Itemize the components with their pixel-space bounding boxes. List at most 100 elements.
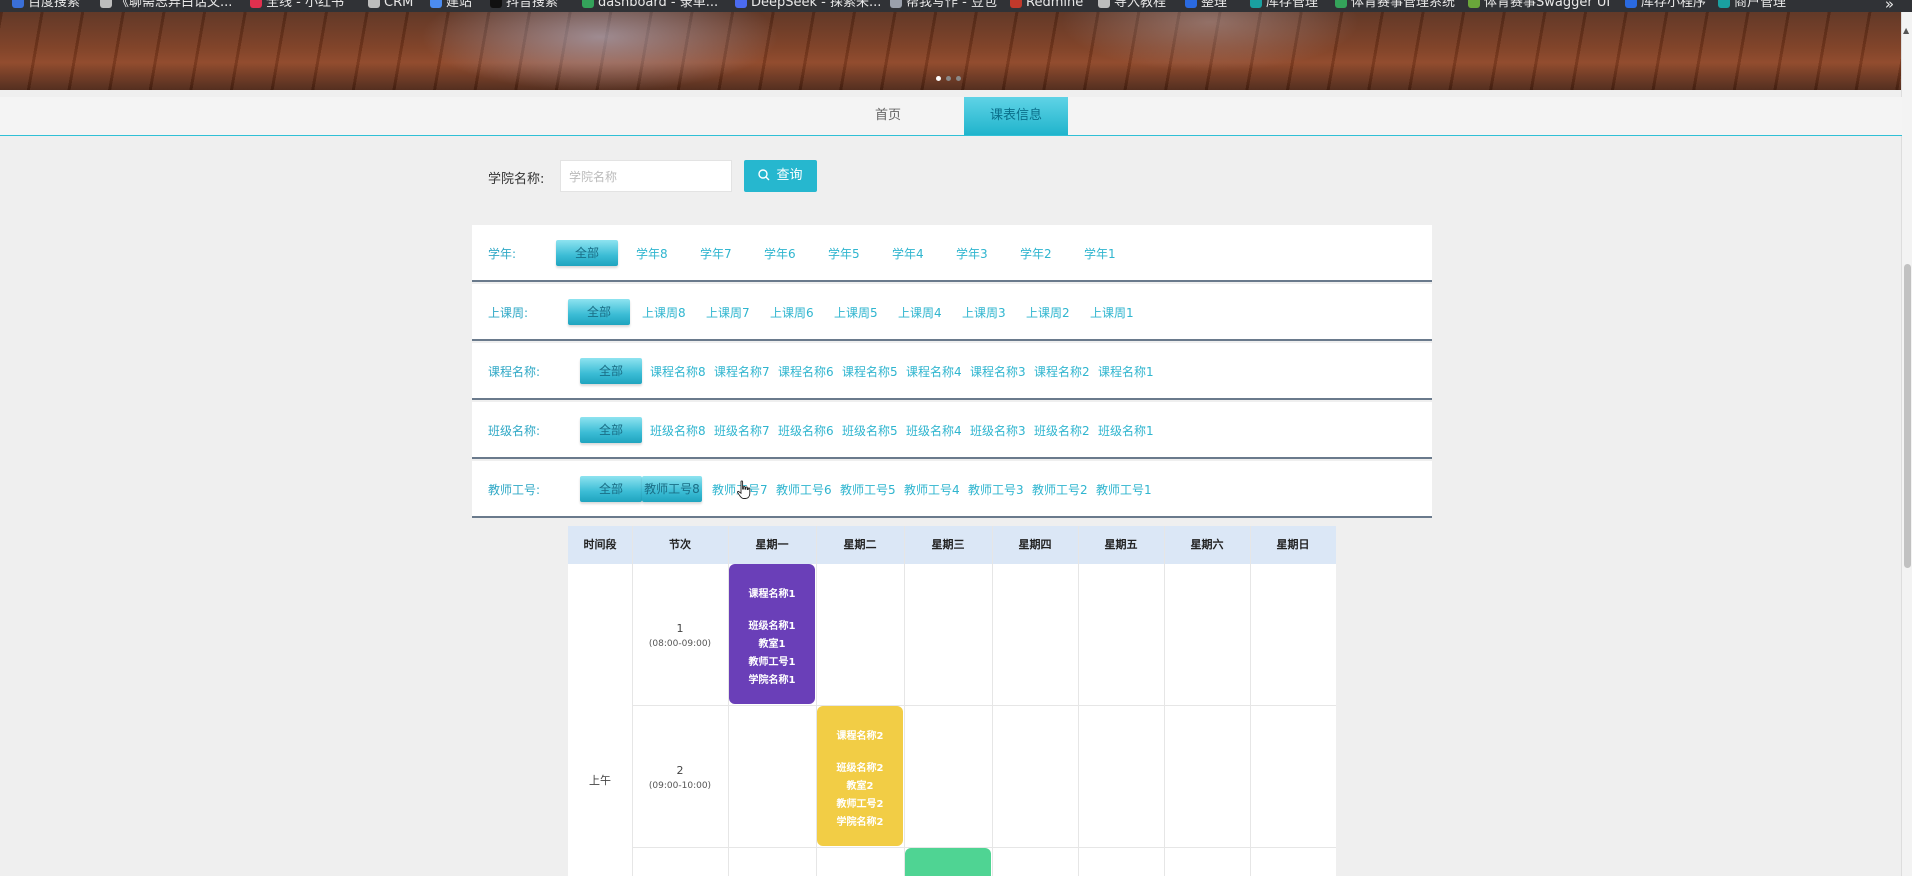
nav-tab-home[interactable]: 首页 (838, 97, 938, 135)
table-header-cell: 星期三 (904, 526, 992, 564)
filter-option[interactable]: 课程名称4 (906, 363, 962, 380)
filter-option[interactable]: 教师工号4 (904, 481, 960, 498)
filter-row: 教师工号: 全部 教师工号8 教师工号7 教师工号6 教师工号5 教师工号4 教师工号3 教师工… (472, 461, 1432, 518)
bookmark-item[interactable]: 《聊斋志异白话文... (100, 0, 232, 11)
bookmark-favicon-icon (1098, 0, 1110, 8)
bookmark-item[interactable]: 库存小程序 (1625, 0, 1706, 11)
carousel-dot[interactable] (936, 76, 941, 81)
filter-option[interactable]: 班级名称5 (842, 422, 898, 439)
bookmark-item[interactable]: CRM (368, 0, 413, 11)
session-number: 2 (676, 764, 684, 777)
bookmark-item[interactable]: DeepSeek - 探索未... (735, 0, 881, 11)
table-header-cell: 时间段 (568, 526, 632, 564)
filter-option[interactable]: 上课周6 (770, 304, 814, 321)
filter-option[interactable]: 班级名称7 (714, 422, 770, 439)
filter-option[interactable]: 上课周4 (898, 304, 942, 321)
filter-option[interactable]: 上课周8 (642, 304, 686, 321)
filter-option[interactable]: 上课周2 (1026, 304, 1070, 321)
filter-option[interactable]: 教师工号8 (642, 476, 702, 502)
bookmark-label: 商户管理 (1734, 0, 1787, 10)
filter-option[interactable]: 教师工号1 (1096, 481, 1152, 498)
filter-option[interactable]: 教师工号6 (776, 481, 832, 498)
bookmark-favicon-icon (250, 0, 262, 8)
bookmark-label: 建站 (446, 0, 473, 10)
filter-option[interactable]: 上课周5 (834, 304, 878, 321)
filter-option-all[interactable]: 全部 (568, 299, 630, 325)
filter-option[interactable]: 学年8 (636, 245, 668, 262)
filter-option[interactable]: 课程名称7 (714, 363, 770, 380)
filter-option[interactable]: 教师工号5 (840, 481, 896, 498)
course-teacher: 教师工号1 (748, 657, 796, 668)
filter-option[interactable]: 学年6 (764, 245, 796, 262)
bookmark-favicon-icon (1468, 0, 1480, 8)
filter-option[interactable]: 班级名称8 (650, 422, 706, 439)
bookmark-item[interactable]: Redmine (1010, 0, 1083, 11)
session-cell: 1 (08:00-09:00) (632, 622, 728, 649)
bookmark-item[interactable]: 建站 (430, 0, 472, 11)
filter-option[interactable]: 班级名称6 (778, 422, 834, 439)
filter-option-all[interactable]: 全部 (556, 240, 618, 266)
bookmark-favicon-icon (12, 0, 24, 8)
scrollbar-thumb[interactable] (1904, 264, 1911, 568)
bookmark-item[interactable]: 百度搜索 (12, 0, 80, 11)
course-card[interactable] (905, 848, 991, 876)
search-button[interactable]: 查询 (744, 160, 817, 192)
bookmark-favicon-icon (1335, 0, 1347, 8)
column-divider (1250, 526, 1251, 876)
filter-option[interactable]: 教师工号3 (968, 481, 1024, 498)
college-name-input[interactable]: 学院名称 (560, 160, 732, 192)
filter-option[interactable]: 课程名称8 (650, 363, 706, 380)
filter-option[interactable]: 上课周7 (706, 304, 750, 321)
filter-option-all[interactable]: 全部 (580, 476, 642, 502)
bookmark-label: 库存小程序 (1641, 0, 1707, 10)
filter-option-all[interactable]: 全部 (580, 417, 642, 443)
bookmark-item[interactable]: 库存管理 (1250, 0, 1318, 11)
bookmark-favicon-icon (100, 0, 112, 8)
bookmark-favicon-icon (1250, 0, 1262, 8)
search-icon (758, 169, 770, 181)
page-scrollbar[interactable]: ▲ (1901, 12, 1912, 876)
bookmark-item[interactable]: 抖音搜索 (490, 0, 558, 11)
filter-option[interactable]: 班级名称4 (906, 422, 962, 439)
filter-option[interactable]: 课程名称2 (1034, 363, 1090, 380)
bookmark-item[interactable]: 导入教程 (1098, 0, 1166, 11)
bookmark-item[interactable]: dashboard - 录单... (582, 0, 718, 11)
filter-option[interactable]: 学年2 (1020, 245, 1052, 262)
bookmark-item[interactable]: 整理 (1185, 0, 1227, 11)
bookmark-item[interactable]: 体育赛事Swagger UI (1468, 0, 1610, 11)
filter-option-all[interactable]: 全部 (580, 358, 642, 384)
filter-option[interactable]: 上课周1 (1090, 304, 1134, 321)
course-teacher: 教师工号2 (836, 799, 884, 810)
bookmark-item[interactable]: 商户管理 (1718, 0, 1786, 11)
carousel-dot[interactable] (946, 76, 951, 81)
filter-option[interactable]: 课程名称6 (778, 363, 834, 380)
course-card[interactable]: 课程名称2 班级名称2 教室2 教师工号2 学院名称2 (817, 706, 903, 846)
filter-option[interactable]: 课程名称3 (970, 363, 1026, 380)
filter-option[interactable]: 学年3 (956, 245, 988, 262)
bookmarks-more-icon[interactable]: » (1885, 0, 1894, 12)
bookmark-favicon-icon (490, 0, 502, 8)
filter-option[interactable]: 班级名称3 (970, 422, 1026, 439)
filter-option[interactable]: 上课周3 (962, 304, 1006, 321)
bookmark-favicon-icon (368, 0, 380, 8)
filter-option[interactable]: 教师工号2 (1032, 481, 1088, 498)
filter-option[interactable]: 学年1 (1084, 245, 1116, 262)
carousel-dot[interactable] (956, 76, 961, 81)
filter-option[interactable]: 课程名称1 (1098, 363, 1154, 380)
bookmark-label: Redmine (1026, 0, 1084, 10)
bookmark-item[interactable]: 体育赛事管理系统 (1335, 0, 1455, 11)
filter-option[interactable]: 学年5 (828, 245, 860, 262)
filter-option[interactable]: 班级名称2 (1034, 422, 1090, 439)
nav-tab-schedule[interactable]: 课表信息 (964, 97, 1068, 135)
filter-option[interactable]: 学年4 (892, 245, 924, 262)
filter-option[interactable]: 班级名称1 (1098, 422, 1154, 439)
session-number: 1 (676, 622, 684, 635)
table-header-cell: 星期五 (1078, 526, 1164, 564)
bookmark-item[interactable]: 帮我写作 - 豆包 (890, 0, 997, 11)
bookmark-item[interactable]: 全线 - 小红书 (250, 0, 344, 11)
scroll-up-icon[interactable]: ▲ (1903, 26, 1909, 35)
bookmark-favicon-icon (1718, 0, 1730, 8)
course-card[interactable]: 课程名称1 班级名称1 教室1 教师工号1 学院名称1 (729, 564, 815, 704)
filter-option[interactable]: 学年7 (700, 245, 732, 262)
filter-option[interactable]: 课程名称5 (842, 363, 898, 380)
